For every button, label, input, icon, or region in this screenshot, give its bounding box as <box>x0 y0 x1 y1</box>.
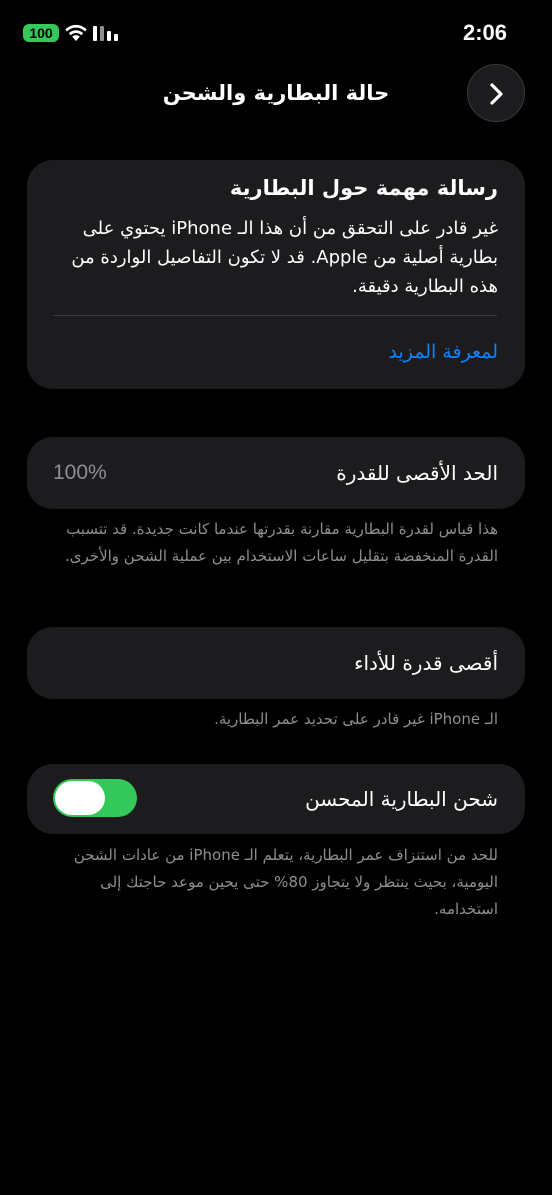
divider <box>53 315 497 316</box>
status-time: 2:06 <box>462 20 507 45</box>
wifi-icon <box>65 24 87 41</box>
important-message-body: غير قادر على التحقق من أن هذا الـ iPhone… <box>71 218 498 297</box>
learn-more-link[interactable]: لمعرفة المزيد <box>388 336 498 368</box>
maximum-capacity-footnote: هذا قياس لقدرة البطارية مقارنة بقدرتها ع… <box>65 520 498 565</box>
toggle-knob <box>55 781 105 815</box>
back-button[interactable] <box>467 64 525 122</box>
optimized-charging-footnote: للحد من استنزاف عمر البطارية، يتعلم الـ … <box>73 846 498 918</box>
peak-performance-footnote: الـ iPhone غير قادر على تحديد عمر البطار… <box>214 710 498 728</box>
maximum-capacity-label: الحد الأقصى للقدرة <box>336 461 498 485</box>
status-bar: 100 2:06 <box>0 0 552 64</box>
optimized-charging-label: شحن البطارية المحسن <box>305 787 498 811</box>
chevron-right-icon <box>490 83 503 105</box>
peak-performance-label: أقصى قدرة للأداء <box>354 651 498 675</box>
battery-icon: 100 <box>23 24 59 42</box>
cellular-signal-icon <box>93 26 118 41</box>
important-message-title: رسالة مهمة حول البطارية <box>229 176 498 200</box>
optimized-charging-toggle[interactable] <box>53 779 137 817</box>
maximum-capacity-value: 100% <box>53 461 107 484</box>
